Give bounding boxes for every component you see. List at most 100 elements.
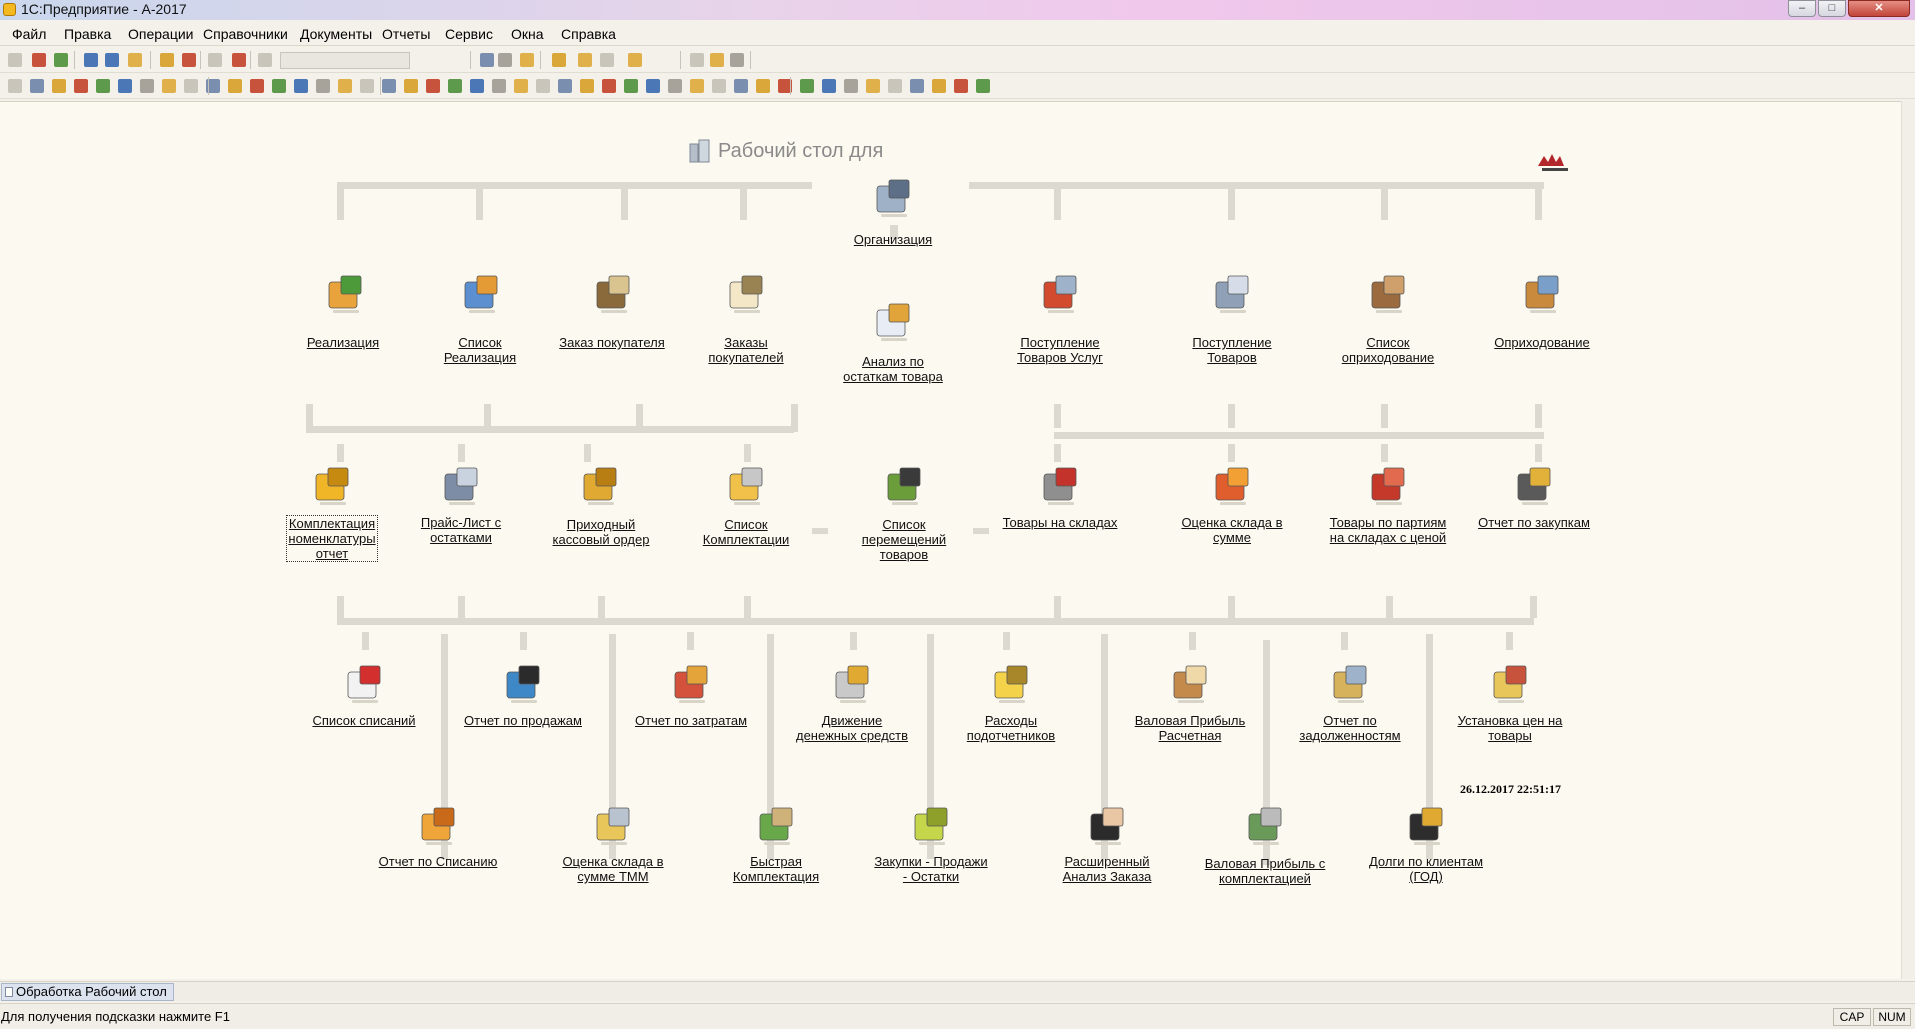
quick-kit-icon[interactable] bbox=[754, 804, 798, 848]
menu-reports[interactable]: Отчеты bbox=[382, 26, 430, 42]
kit-list-icon[interactable] bbox=[724, 464, 768, 508]
tb2-tool-icon-41[interactable] bbox=[910, 79, 924, 93]
debts-icon[interactable] bbox=[1328, 662, 1372, 706]
tb1-tool-icon-19[interactable] bbox=[710, 53, 724, 67]
taskbar-window-button[interactable]: Обработка Рабочий стол bbox=[1, 983, 174, 1001]
desktop-item-link[interactable]: Прайс-Лист с остатками bbox=[421, 515, 501, 545]
desktop-item-link[interactable]: Оценка склада в сумме ТММ bbox=[562, 854, 663, 884]
truck-icon[interactable] bbox=[1210, 272, 1254, 316]
desktop-item-link[interactable]: Расширенный Анализ Заказа bbox=[1063, 854, 1152, 884]
customer-order-icon[interactable] bbox=[591, 272, 635, 316]
tb2-tool-icon-13[interactable] bbox=[294, 79, 308, 93]
tb1-tool-icon-14[interactable] bbox=[552, 53, 566, 67]
purchase-truck-icon[interactable] bbox=[1512, 464, 1556, 508]
tb1-tool-icon-3[interactable] bbox=[84, 53, 98, 67]
desktop-item-link[interactable]: Отчет по Списанию bbox=[379, 854, 498, 869]
minimize-button[interactable]: – bbox=[1788, 0, 1816, 17]
tb1-tool-icon-0[interactable] bbox=[8, 53, 22, 67]
tb1-tool-icon-7[interactable] bbox=[182, 53, 196, 67]
desktop-item-link[interactable]: Отчет по продажам bbox=[464, 713, 582, 728]
tb2-tool-icon-23[interactable] bbox=[514, 79, 528, 93]
money-flow-icon[interactable] bbox=[830, 662, 874, 706]
tb2-tool-icon-32[interactable] bbox=[712, 79, 726, 93]
desktop-item-link[interactable]: Заказы покупателей bbox=[708, 335, 783, 365]
vertical-scrollbar[interactable] bbox=[1901, 101, 1915, 979]
person-icon[interactable] bbox=[1085, 804, 1129, 848]
desktop-item-link[interactable]: Анализ по остаткам товара bbox=[843, 354, 943, 384]
desktop-item-link[interactable]: Валовая Прибыль Расчетная bbox=[1135, 713, 1246, 743]
tb1-tool-icon-9[interactable] bbox=[232, 53, 246, 67]
tb1-tool-icon-11[interactable] bbox=[480, 53, 494, 67]
menu-file[interactable]: Файл bbox=[12, 26, 46, 42]
tb2-tool-icon-24[interactable] bbox=[536, 79, 550, 93]
tb2-tool-icon-21[interactable] bbox=[470, 79, 484, 93]
tb1-tool-icon-1[interactable] bbox=[32, 53, 46, 67]
tb1-tool-icon-6[interactable] bbox=[160, 53, 174, 67]
tb2-tool-icon-37[interactable] bbox=[822, 79, 836, 93]
desktop-item-link[interactable]: Отчет по затратам bbox=[635, 713, 747, 728]
tb2-tool-icon-20[interactable] bbox=[448, 79, 462, 93]
profit-icon[interactable] bbox=[1168, 662, 1212, 706]
desktop-item-link[interactable]: Заказ покупателя bbox=[559, 335, 665, 350]
tb2-tool-icon-22[interactable] bbox=[492, 79, 506, 93]
desktop-item-link[interactable]: Реализация bbox=[307, 335, 379, 350]
warehouse-icon[interactable] bbox=[1038, 464, 1082, 508]
tb1-tool-icon-17[interactable] bbox=[628, 53, 642, 67]
tb2-tool-icon-43[interactable] bbox=[954, 79, 968, 93]
desktop-item-link[interactable]: Организация bbox=[854, 232, 932, 247]
desktop-item-link[interactable]: Долги по клиентам (ГОД) bbox=[1369, 854, 1483, 884]
tb2-tool-icon-18[interactable] bbox=[404, 79, 418, 93]
desktop-item-link[interactable]: Поступление Товаров Услуг bbox=[1017, 335, 1103, 365]
tb1-tool-icon-20[interactable] bbox=[730, 53, 744, 67]
tb1-tool-icon-16[interactable] bbox=[600, 53, 614, 67]
batches-icon[interactable] bbox=[1366, 464, 1410, 508]
folder-icon[interactable] bbox=[909, 804, 953, 848]
desktop-item-link[interactable]: Поступление Товаров bbox=[1192, 335, 1271, 365]
tb2-tool-icon-33[interactable] bbox=[734, 79, 748, 93]
tb2-tool-icon-25[interactable] bbox=[558, 79, 572, 93]
tb2-tool-icon-39[interactable] bbox=[866, 79, 880, 93]
menu-directories[interactable]: Справочники bbox=[203, 26, 288, 42]
chart-icon[interactable] bbox=[1210, 464, 1254, 508]
search-combo[interactable] bbox=[280, 52, 410, 69]
tb2-tool-icon-40[interactable] bbox=[888, 79, 902, 93]
desktop-item-link[interactable]: Оценка склада в сумме bbox=[1181, 515, 1282, 545]
tb1-tool-icon-12[interactable] bbox=[498, 53, 512, 67]
tb1-tool-icon-13[interactable] bbox=[520, 53, 534, 67]
tb1-tool-icon-2[interactable] bbox=[54, 53, 68, 67]
menu-service[interactable]: Сервис bbox=[445, 26, 493, 42]
stock-analysis-icon[interactable] bbox=[871, 300, 915, 344]
desktop-item-link[interactable]: Комплектация номенклатуры отчет bbox=[286, 515, 378, 562]
tb2-tool-icon-34[interactable] bbox=[756, 79, 770, 93]
desktop-item-link[interactable]: Отчет по задолженностям bbox=[1299, 713, 1400, 743]
desktop-item-link[interactable]: Приходный кассовый ордер bbox=[553, 517, 650, 547]
desktop-item-link[interactable]: Отчет по закупкам bbox=[1478, 515, 1590, 530]
tb2-tool-icon-7[interactable] bbox=[162, 79, 176, 93]
money-stack-icon[interactable] bbox=[1243, 804, 1287, 848]
organization-icon[interactable] bbox=[871, 176, 915, 220]
tb2-tool-icon-17[interactable] bbox=[382, 79, 396, 93]
close-button[interactable]: ✕ bbox=[1848, 0, 1910, 17]
tb2-tool-icon-0[interactable] bbox=[8, 79, 22, 93]
tb2-tool-icon-31[interactable] bbox=[690, 79, 704, 93]
tb2-tool-icon-30[interactable] bbox=[668, 79, 682, 93]
desktop-item-link[interactable]: Товары по партиям на складах с ценой bbox=[1330, 515, 1447, 545]
tb1-tool-icon-15[interactable] bbox=[578, 53, 592, 67]
receipt-services-icon[interactable] bbox=[1038, 272, 1082, 316]
basket-icon[interactable] bbox=[459, 272, 503, 316]
boxes-list-icon[interactable] bbox=[1366, 272, 1410, 316]
desktop-item-link[interactable]: Оприходование bbox=[1494, 335, 1589, 350]
maximize-button[interactable]: □ bbox=[1818, 0, 1846, 17]
desktop-item-link[interactable]: Товары на складах bbox=[1003, 515, 1118, 530]
desktop-item-link[interactable]: Движение денежных средств bbox=[796, 713, 908, 743]
menu-help[interactable]: Справка bbox=[561, 26, 616, 42]
tb2-tool-icon-26[interactable] bbox=[580, 79, 594, 93]
menu-edit[interactable]: Правка bbox=[64, 26, 111, 42]
cash-register-icon[interactable] bbox=[501, 662, 545, 706]
desktop-item-link[interactable]: Установка цен на товары bbox=[1458, 713, 1563, 743]
tb2-tool-icon-44[interactable] bbox=[976, 79, 990, 93]
desktop-item-link[interactable]: Список Реализация bbox=[444, 335, 516, 365]
tb2-tool-icon-2[interactable] bbox=[52, 79, 66, 93]
tb2-tool-icon-38[interactable] bbox=[844, 79, 858, 93]
tb2-tool-icon-27[interactable] bbox=[602, 79, 616, 93]
